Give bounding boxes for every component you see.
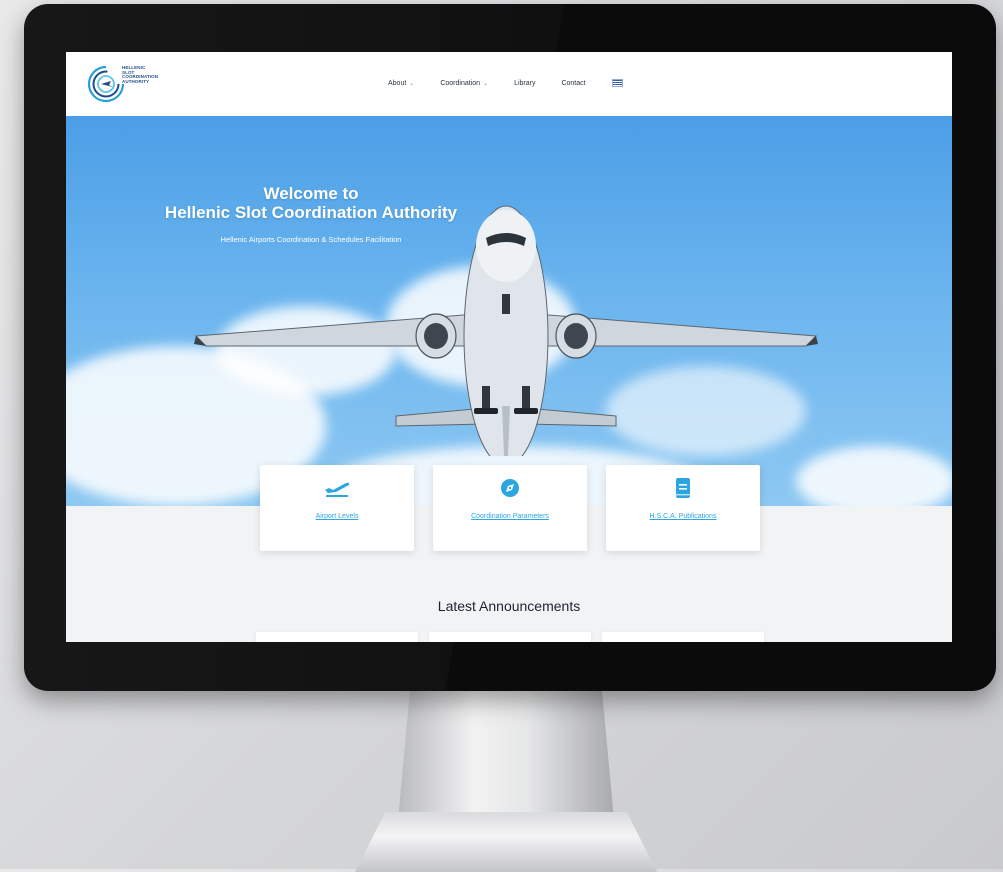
- monitor-stand-base: [355, 812, 657, 872]
- hero-subtitle: Hellenic Airports Coordination & Schedul…: [220, 235, 402, 244]
- nav-item-about[interactable]: About ⌄: [388, 80, 414, 87]
- book-icon: [676, 478, 690, 498]
- compass-icon: [501, 479, 519, 497]
- hero-title: Welcome to Hellenic Slot Coordination Au…: [164, 184, 458, 222]
- chevron-down-icon: ⌄: [409, 80, 415, 87]
- card-link[interactable]: Coordination Parameters: [433, 513, 587, 520]
- hsca-logo[interactable]: HELLENIC SLOT COORDINATION AUTHORITY: [86, 60, 166, 108]
- nav-item-contact[interactable]: Contact: [561, 80, 585, 87]
- card-hsca-publications[interactable]: H.S.C.A. Publications: [606, 465, 760, 551]
- hero-banner: Welcome to Hellenic Slot Coordination Au…: [66, 116, 952, 506]
- chevron-down-icon: ⌄: [483, 80, 489, 87]
- announcement-card[interactable]: [429, 632, 591, 642]
- latest-announcements-heading: Latest Announcements: [437, 598, 581, 614]
- main-nav: About ⌄ Coordination ⌄ Library Contact: [388, 79, 623, 87]
- card-coordination-parameters[interactable]: Coordination Parameters: [433, 465, 587, 551]
- greek-flag-icon[interactable]: [611, 79, 623, 87]
- announcement-card[interactable]: [602, 632, 764, 642]
- logo-text: HELLENIC SLOT COORDINATION AUTHORITY: [122, 65, 159, 84]
- announcement-card[interactable]: [256, 632, 418, 642]
- nav-item-library[interactable]: Library: [514, 80, 535, 87]
- card-airport-levels[interactable]: Airport Levels: [260, 465, 414, 551]
- nav-item-coordination[interactable]: Coordination ⌄: [440, 80, 488, 87]
- logo-rings-icon: [87, 65, 125, 103]
- card-link[interactable]: H.S.C.A. Publications: [606, 513, 760, 520]
- website-screen: HELLENIC SLOT COORDINATION AUTHORITY Abo…: [66, 52, 952, 642]
- site-header: HELLENIC SLOT COORDINATION AUTHORITY Abo…: [66, 52, 952, 116]
- monitor-stand-neck: [398, 680, 614, 820]
- card-link[interactable]: Airport Levels: [260, 513, 414, 520]
- airplane-departure-icon: [325, 482, 350, 497]
- airplane-image: [194, 205, 818, 456]
